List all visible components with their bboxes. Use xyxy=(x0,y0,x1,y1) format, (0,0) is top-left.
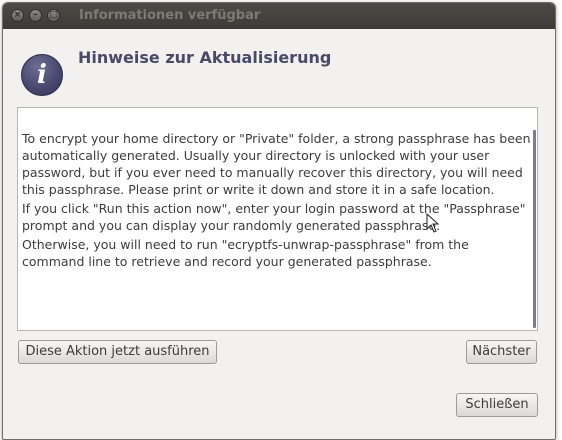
vertical-scrollbar[interactable] xyxy=(533,130,536,328)
mouse-pointer-icon xyxy=(426,213,440,233)
minimize-window-icon[interactable]: – xyxy=(29,9,42,22)
dialog-window: × – □ Informationen verfügbar i Hinweise… xyxy=(2,2,556,440)
next-button[interactable]: Nächster xyxy=(466,340,537,364)
paragraph-run-action-info: If you click "Run this action now", ente… xyxy=(22,201,526,233)
window-title: Informationen verfügbar xyxy=(79,8,261,23)
paragraph-otherwise-info: Otherwise, you will need to run "ecryptf… xyxy=(22,237,469,269)
close-button[interactable]: Schließen xyxy=(456,393,538,417)
run-action-now-button[interactable]: Diese Aktion jetzt ausführen xyxy=(18,340,217,364)
maximize-window-icon[interactable]: □ xyxy=(47,9,60,22)
info-icon: i xyxy=(21,54,63,96)
message-text-area[interactable]: To encrypt your home directory or "Priva… xyxy=(17,107,538,331)
message-text: To encrypt your home directory or "Priva… xyxy=(22,130,532,272)
title-bar[interactable]: × – □ Informationen verfügbar xyxy=(3,3,555,29)
paragraph-encryption-info: To encrypt your home directory or "Priva… xyxy=(22,131,531,197)
close-window-icon[interactable]: × xyxy=(11,9,24,22)
dialog-heading: Hinweise zur Aktualisierung xyxy=(78,48,332,67)
